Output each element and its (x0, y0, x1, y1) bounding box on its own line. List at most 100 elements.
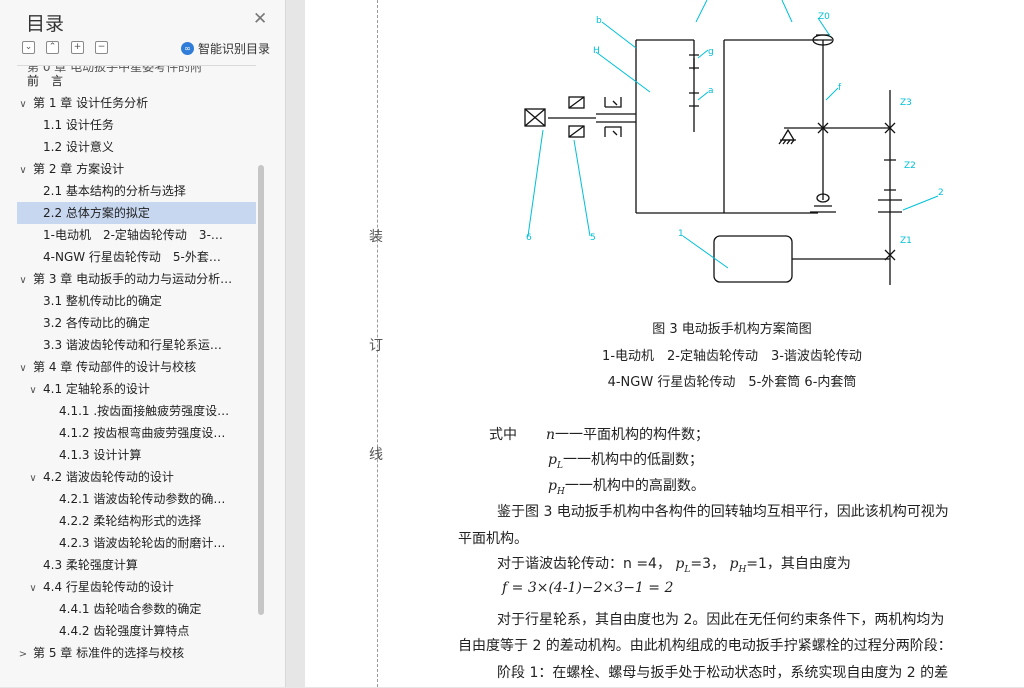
toc-item-label: 第 5 章 标准件的选择与校核 (33, 646, 185, 660)
toc-item-label: 4-NGW 行星齿轮传动 5-外套… (43, 250, 221, 264)
fig-label-f: f (838, 83, 842, 93)
harmonic-ph-value: =1，其自由度为 (746, 556, 851, 572)
toc-item-label: 4.1.2 按齿根弯曲疲劳强度设… (59, 426, 226, 440)
chevron-down-icon[interactable]: ∨ (17, 270, 29, 290)
harmonic-pl-value: =3， (690, 556, 726, 572)
toc-item[interactable]: ∨ 第 4 章 传动部件的设计与校核 (17, 356, 256, 378)
paragraph-2-line-2: 自由度等于 2 的差动机构。由此机构组成的电动扳手拧紧螺栓的过程分两阶段： (458, 638, 952, 654)
formula-intro: 式中 (489, 427, 517, 443)
symbol-p: p (548, 478, 557, 494)
toc-item[interactable]: ∨ 4.1 定轴轮系的设计 (17, 378, 256, 400)
paragraph-3-line-1: 阶段 1：在螺栓、螺母与扳手处于松动状态时，系统实现自由度为 2 的差 (497, 665, 949, 681)
close-icon[interactable]: ✕ (253, 9, 267, 29)
figure-caption-line1: 1-电动机 2-定轴齿轮传动 3-谐波齿轮传动 (602, 349, 862, 364)
expand-all-button[interactable]: + (71, 41, 84, 54)
toc-sidebar: 目录 ✕ ⌄ ⌃ + − ∞ 智能识别目录 第 0 章 电动扳手中星委考件的附前… (0, 0, 286, 687)
toc-item-label: 4.1 定轴轮系的设计 (43, 382, 150, 396)
toc-item[interactable]: ∨ 第 1 章 设计任务分析 (17, 92, 256, 114)
mechanism-schematic-figure: b H g a f Z0 Z3 Z2 Z1 2 1 5 6 (524, 0, 944, 285)
toc-item[interactable]: 1-电动机 2-定轴齿轮传动 3-… (17, 224, 256, 246)
toc-item[interactable]: 4.1.1 .按齿面接触疲劳强度设… (17, 400, 256, 422)
fig-label-a: a (708, 86, 714, 96)
toc-item-label: 1.2 设计意义 (43, 140, 114, 154)
toc-item-label: 4.2.2 柔轮结构形式的选择 (59, 514, 202, 528)
toc-item-label: 2.2 总体方案的拟定 (43, 206, 150, 220)
binding-mark-ding: 订 (369, 338, 383, 354)
chevron-right-icon[interactable]: > (17, 644, 29, 664)
toc-item-label: 4.2.3 谐波齿轮轮齿的耐磨计… (59, 536, 226, 550)
toc-item[interactable]: 4.2.1 谐波齿轮传动参数的确… (17, 488, 256, 510)
toc-item[interactable]: 4-NGW 行星齿轮传动 5-外套… (17, 246, 256, 268)
chevron-down-icon[interactable]: ∨ (27, 468, 39, 488)
toc-item-label: 4.1.1 .按齿面接触疲劳强度设… (59, 404, 230, 418)
symbol-n: n (546, 427, 556, 443)
fig-label-5: 5 (590, 233, 596, 243)
toc-scrollbar-thumb[interactable] (258, 165, 264, 615)
toc-item[interactable]: 3.2 各传动比的确定 (17, 312, 256, 334)
toc-item[interactable]: 4.3 柔轮强度计算 (17, 554, 256, 576)
chevron-down-icon[interactable]: ∨ (27, 380, 39, 400)
toc-item-label: 1-电动机 2-定轴齿轮传动 3-… (43, 228, 223, 242)
toc-item[interactable]: 1.1 设计任务 (17, 114, 256, 136)
toc-item-label: 3.2 各传动比的确定 (43, 316, 150, 330)
chevron-down-icon[interactable]: ∨ (17, 94, 29, 114)
toc-item[interactable]: 前 言 (17, 70, 256, 92)
def-pl-text: 一一机构中的低副数； (562, 452, 703, 468)
collapse-all-button[interactable]: − (95, 41, 108, 54)
def-pl: pL一一机构中的低副数； (548, 449, 703, 471)
toc-item-label: 第 3 章 电动扳手的动力与运动分析… (33, 272, 233, 286)
fig-label-6: 6 (526, 233, 532, 243)
toc-item[interactable]: 2.2 总体方案的拟定 (17, 202, 256, 224)
fig-label-b: b (596, 16, 602, 26)
dof-formula: f = 3×(4-1)−2×3−1 = 2 (502, 580, 674, 596)
chevron-down-icon[interactable]: ∨ (17, 358, 29, 378)
symbol-p: p (548, 452, 557, 468)
toc-item[interactable]: 4.4.2 齿轮强度计算特点 (17, 620, 256, 642)
collapse-down-icon[interactable]: ⌄ (22, 41, 35, 54)
toc-item-label: 第 4 章 传动部件的设计与校核 (33, 360, 197, 374)
chevron-down-icon[interactable]: ∨ (27, 578, 39, 598)
fig-label-z2: Z2 (904, 161, 916, 171)
toc-item[interactable]: ∨ 第 2 章 方案设计 (17, 158, 256, 180)
toc-item-label: 4.4.2 齿轮强度计算特点 (59, 624, 190, 638)
toc-item-label: 3.3 谐波齿轮传动和行星轮系运… (43, 338, 222, 352)
toc-item-label: 4.4.1 齿轮啮合参数的确定 (59, 602, 202, 616)
chevron-down-icon[interactable]: ∨ (17, 160, 29, 180)
toc-item-label: 4.3 柔轮强度计算 (43, 558, 138, 572)
paragraph-1-line-2: 平面机构。 (458, 531, 528, 547)
toc-item[interactable]: ∨ 第 3 章 电动扳手的动力与运动分析… (17, 268, 256, 290)
toc-item[interactable]: 3.3 谐波齿轮传动和行星轮系运… (17, 334, 256, 356)
toc-item[interactable]: ∨ 4.2 谐波齿轮传动的设计 (17, 466, 256, 488)
collapse-up-icon[interactable]: ⌃ (46, 41, 59, 54)
paragraph-1-line-1: 鉴于图 3 电动扳手机构中各构件的回转轴均互相平行，因此该机构可视为 (497, 504, 949, 520)
fig-label-z0: Z0 (818, 12, 830, 22)
toc-item-label: 第 1 章 设计任务分析 (33, 96, 149, 110)
toc-item[interactable]: 3.1 整机传动比的确定 (17, 290, 256, 312)
symbol-sub-h: H (556, 486, 565, 497)
harmonic-dof-line: 对于谐波齿轮传动：n =4， pL=3， pH=1，其自由度为 (497, 553, 851, 575)
toc-item[interactable]: 4.1.3 设计计算 (17, 444, 256, 466)
toc-item[interactable]: 4.1.2 按齿根弯曲疲劳强度设… (17, 422, 256, 444)
fig-label-z3: Z3 (900, 98, 912, 108)
fig-label-h: H (593, 46, 600, 56)
toc-item-label: 前 言 (27, 74, 64, 88)
sidebar-title: 目录 (26, 13, 65, 35)
def-ph: pH一一机构中的高副数。 (548, 475, 705, 497)
ai-toc-icon: ∞ (181, 41, 194, 55)
paragraph-2-line-1: 对于行星轮系，其自由度也为 2。因此在无任何约束条件下，两机构均为 (497, 612, 945, 628)
ai-toc-button[interactable]: ∞ 智能识别目录 (181, 40, 270, 56)
figure-caption-line2: 4-NGW 行星齿轮传动 5-外套筒 6-内套筒 (607, 375, 857, 390)
figure-caption-title: 图 3 电动扳手机构方案简图 (652, 322, 812, 337)
toc-list: 第 0 章 电动扳手中星委考件的附前 言 ∨ 第 1 章 设计任务分析 1.1 设计任… (17, 65, 256, 688)
toc-item[interactable]: 4.2.3 谐波齿轮轮齿的耐磨计… (17, 532, 256, 554)
toc-item[interactable]: > 第 5 章 标准件的选择与校核 (17, 642, 256, 664)
binding-mark-zhuang: 装 (369, 229, 383, 245)
toc-item[interactable]: ∨ 4.4 行星齿轮传动的设计 (17, 576, 256, 598)
fig-label-2: 2 (938, 188, 944, 198)
toc-item[interactable]: 4.2.2 柔轮结构形式的选择 (17, 510, 256, 532)
toc-item-label: 2.1 基本结构的分析与选择 (43, 184, 186, 198)
toc-item[interactable]: 1.2 设计意义 (17, 136, 256, 158)
toc-item[interactable]: 2.1 基本结构的分析与选择 (17, 180, 256, 202)
toc-item[interactable]: 4.4.1 齿轮啮合参数的确定 (17, 598, 256, 620)
def-ph-text: 一一机构中的高副数。 (564, 478, 705, 494)
